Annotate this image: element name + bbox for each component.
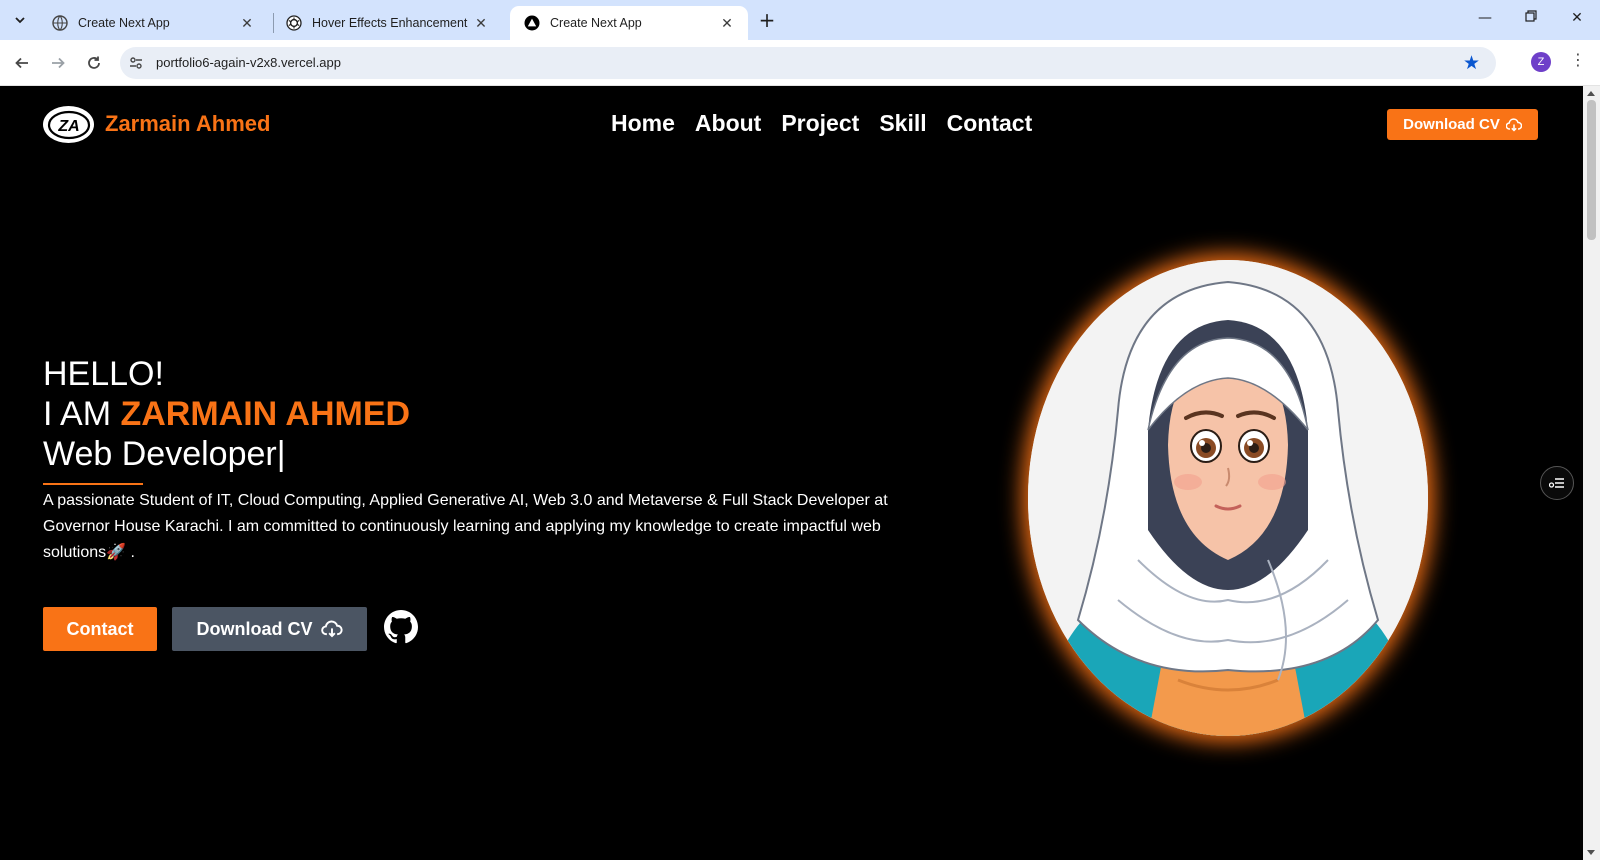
forward-arrow-icon[interactable] bbox=[46, 51, 70, 75]
url-text: portfolio6-again-v2x8.vercel.app bbox=[156, 55, 341, 70]
globe-icon bbox=[52, 15, 68, 31]
hero-name: ZARMAIN AHMED bbox=[120, 395, 411, 433]
tab-title: Create Next App bbox=[78, 16, 170, 30]
nextjs-triangle-icon bbox=[524, 15, 540, 31]
github-icon[interactable] bbox=[384, 610, 418, 644]
cloud-download-icon bbox=[1505, 117, 1522, 132]
site-logo[interactable]: ZA bbox=[43, 106, 94, 143]
more-menu-icon[interactable]: ⋮ bbox=[1570, 50, 1586, 69]
za-logo-icon: ZA bbox=[47, 110, 90, 139]
browser-tab-1[interactable]: Create Next App ✕ bbox=[38, 6, 268, 40]
heading-underline bbox=[43, 483, 143, 485]
scroll-thumb[interactable] bbox=[1587, 100, 1596, 240]
nav-project[interactable]: Project bbox=[781, 110, 859, 137]
back-arrow-icon[interactable] bbox=[10, 51, 34, 75]
address-bar[interactable]: portfolio6-again-v2x8.vercel.app ★ bbox=[120, 47, 1496, 79]
nav-home[interactable]: Home bbox=[611, 110, 675, 137]
browser-tab-2[interactable]: Hover Effects Enhancement ✕ bbox=[272, 6, 502, 40]
intro-prefix: I AM bbox=[43, 395, 112, 433]
intro-line: I AM ZARMAIN AHMED bbox=[43, 394, 410, 434]
close-tab-icon[interactable]: ✕ bbox=[472, 15, 490, 32]
reload-icon[interactable] bbox=[82, 51, 106, 75]
browser-tab-bar: Create Next App ✕ Hover Effects Enhancem… bbox=[0, 0, 1600, 40]
accessibility-widget-button[interactable] bbox=[1540, 466, 1574, 500]
role-typewriter: Web Developer| bbox=[43, 435, 286, 473]
tab-title: Create Next App bbox=[550, 16, 642, 30]
page-viewport: ZA Zarmain Ahmed Home About Project Skil… bbox=[0, 86, 1583, 860]
openai-icon bbox=[286, 15, 302, 31]
tab-search-button[interactable] bbox=[8, 8, 32, 32]
new-tab-button[interactable]: + bbox=[756, 9, 778, 31]
contact-button[interactable]: Contact bbox=[43, 607, 157, 651]
hero-description: A passionate Student of IT, Cloud Comput… bbox=[43, 492, 888, 561]
chevron-down-icon bbox=[15, 17, 25, 24]
nav-skill[interactable]: Skill bbox=[879, 110, 926, 137]
scroll-up-arrow-icon[interactable] bbox=[1587, 91, 1595, 96]
brand-name[interactable]: Zarmain Ahmed bbox=[105, 111, 270, 137]
greeting: HELLO! bbox=[43, 355, 164, 393]
browser-tab-3-active[interactable]: Create Next App ✕ bbox=[510, 6, 748, 40]
close-tab-icon[interactable]: ✕ bbox=[238, 15, 256, 32]
download-cv-label: Download CV bbox=[196, 618, 313, 639]
cloud-download-icon bbox=[320, 620, 343, 638]
profile-portrait bbox=[1028, 260, 1428, 736]
main-nav: Home About Project Skill Contact bbox=[611, 110, 1032, 137]
close-tab-icon[interactable]: ✕ bbox=[718, 15, 736, 32]
nav-contact[interactable]: Contact bbox=[947, 110, 1033, 137]
cartoon-girl-portrait-image bbox=[1028, 260, 1428, 736]
scroll-down-arrow-icon[interactable] bbox=[1587, 850, 1595, 855]
restore-icon[interactable] bbox=[1520, 10, 1542, 26]
profile-avatar[interactable]: Z bbox=[1531, 52, 1551, 72]
minimize-icon[interactable]: — bbox=[1474, 10, 1496, 26]
browser-toolbar: portfolio6-again-v2x8.vercel.app ★ Z ⋮ bbox=[0, 40, 1600, 86]
svg-text:ZA: ZA bbox=[57, 118, 79, 135]
bookmark-star-icon[interactable]: ★ bbox=[1463, 52, 1480, 74]
nav-about[interactable]: About bbox=[695, 110, 761, 137]
header-download-cv-button[interactable]: Download CV bbox=[1387, 109, 1538, 140]
close-window-icon[interactable]: ✕ bbox=[1566, 10, 1588, 26]
settings-list-icon bbox=[1549, 478, 1564, 488]
site-settings-icon[interactable] bbox=[128, 55, 144, 71]
hero-download-cv-button[interactable]: Download CV bbox=[172, 607, 367, 651]
tab-title: Hover Effects Enhancement bbox=[312, 16, 468, 30]
page-scrollbar[interactable] bbox=[1583, 86, 1600, 860]
hero-heading: HELLO! I AM ZARMAIN AHMED Web Developer| bbox=[43, 354, 410, 474]
download-cv-label: Download CV bbox=[1403, 116, 1500, 133]
